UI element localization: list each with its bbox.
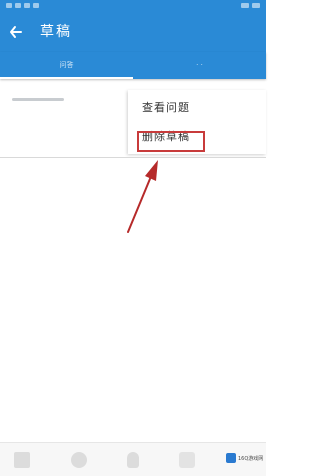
watermark-text: 16Q游戏网 bbox=[238, 455, 264, 462]
watermark-logo-icon bbox=[226, 453, 236, 463]
menu-item-view-question[interactable]: 查看问题 bbox=[128, 94, 266, 122]
tab-indicator bbox=[0, 77, 133, 79]
app-bar: 草稿 bbox=[0, 12, 266, 52]
tab-bar: 问答 · · bbox=[0, 52, 266, 79]
page-title: 草稿 bbox=[40, 24, 72, 40]
highlight-box bbox=[137, 131, 205, 152]
back-arrow-svg bbox=[10, 26, 22, 38]
divider bbox=[0, 157, 266, 158]
draft-item-text bbox=[12, 98, 64, 101]
tab-answers[interactable]: 问答 bbox=[0, 52, 133, 79]
tab-second[interactable]: · · bbox=[133, 52, 266, 79]
back-arrow-icon[interactable] bbox=[9, 22, 23, 42]
discover-icon[interactable] bbox=[71, 452, 87, 468]
status-icons-left bbox=[6, 3, 39, 8]
status-bar bbox=[0, 0, 266, 12]
home-icon[interactable] bbox=[14, 452, 30, 468]
notifications-icon[interactable] bbox=[127, 452, 139, 468]
status-icons-right bbox=[241, 3, 260, 8]
profile-icon[interactable] bbox=[179, 452, 195, 468]
watermark: 16Q游戏网 bbox=[226, 452, 263, 464]
